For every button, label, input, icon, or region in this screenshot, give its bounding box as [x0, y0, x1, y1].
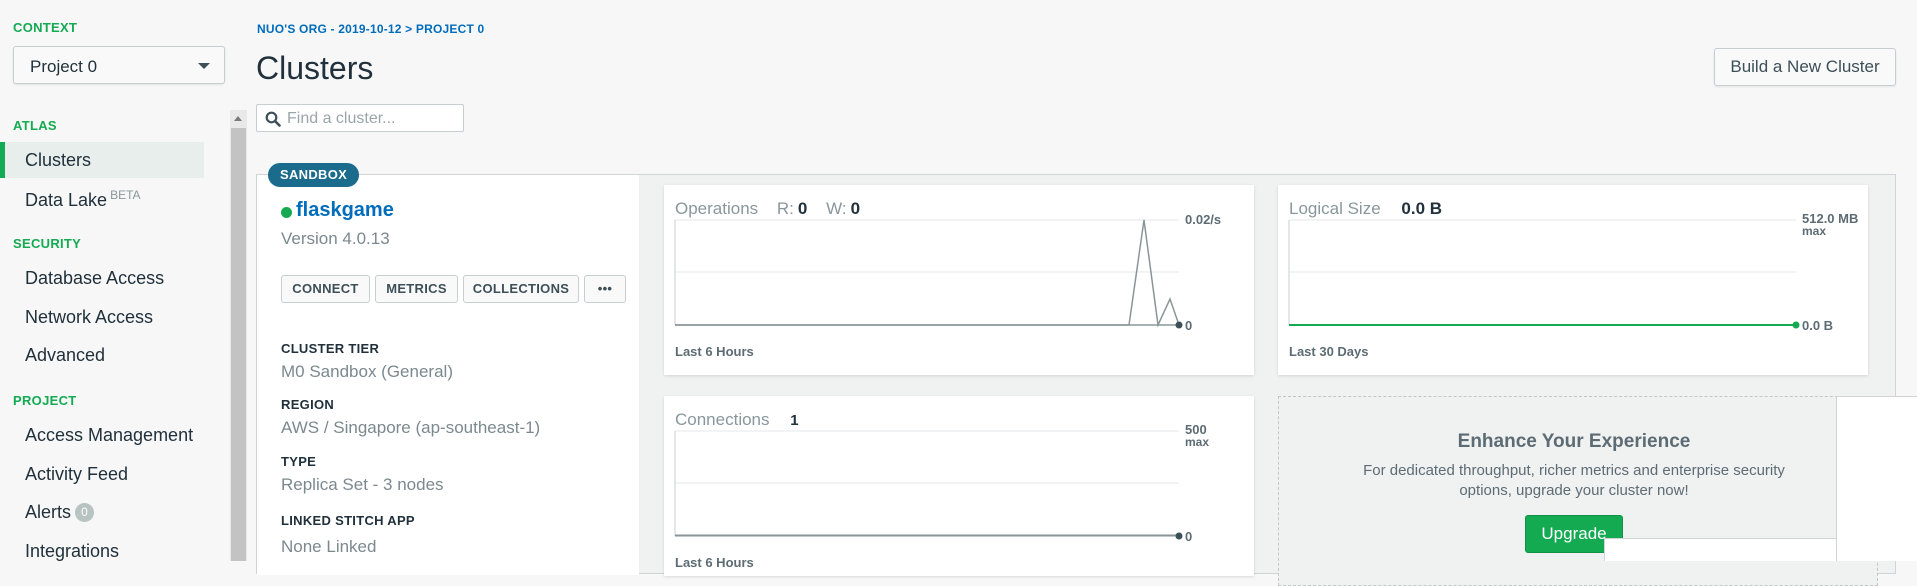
max-caption: max — [1185, 435, 1210, 449]
status-dot-icon — [281, 207, 292, 218]
reads-label: R: — [776, 199, 794, 218]
overlay-panel — [1836, 396, 1917, 561]
cluster-version: Version 4.0.13 — [281, 229, 390, 248]
more-options-button[interactable]: ••• — [584, 275, 626, 303]
sidebar-item-label: Integrations — [25, 541, 120, 561]
build-new-cluster-button[interactable]: Build a New Cluster — [1714, 48, 1896, 86]
connections-value: 1 — [790, 412, 799, 429]
beta-tag: BETA — [110, 188, 141, 202]
type-label: TYPE — [281, 454, 317, 469]
sidebar-item-data-lake[interactable]: Data Lake BETA — [0, 180, 204, 216]
writes-value: 0 — [850, 199, 861, 218]
sidebar-scrollbar[interactable] — [230, 110, 247, 561]
operations-chart-panel[interactable]: Operations R: 0 W: 0 0.02/s 0 Last 6 Hours — [664, 185, 1254, 375]
sidebar-item-label: Data Lake — [25, 190, 108, 210]
type-value: Replica Set - 3 nodes — [281, 475, 444, 494]
search-icon — [265, 111, 281, 127]
chart-footer: Last 6 Hours — [675, 344, 754, 359]
y-zero-label: 0 — [1185, 529, 1193, 544]
sidebar: CONTEXT Project 0 ATLAS Clusters Data La… — [0, 0, 230, 561]
cluster-tier-value: M0 Sandbox (General) — [281, 362, 453, 381]
logical-size-value: 0.0 B — [1401, 199, 1443, 218]
sidebar-item-label: Alerts — [25, 502, 72, 522]
caret-down-icon — [198, 63, 210, 69]
connect-button[interactable]: CONNECT — [281, 275, 370, 303]
linked-stitch-app-label: LINKED STITCH APP — [281, 513, 415, 528]
region-value: AWS / Singapore (ap-southeast-1) — [281, 418, 541, 437]
enhance-text: For dedicated throughput, richer metrics… — [1363, 462, 1785, 499]
chart-footer: Last 30 Days — [1289, 344, 1369, 359]
sidebar-item-database-access[interactable]: Database Access — [0, 260, 204, 296]
chart-footer: Last 6 Hours — [675, 555, 754, 570]
project-section-label: PROJECT — [13, 393, 77, 408]
sidebar-item-alerts[interactable]: Alerts 0 — [0, 494, 204, 530]
sidebar-item-clusters[interactable]: Clusters — [0, 142, 204, 178]
sidebar-item-label: Clusters — [25, 150, 92, 170]
scrollbar-thumb[interactable] — [231, 128, 246, 561]
end-point-marker — [1175, 532, 1183, 540]
sidebar-item-access-management[interactable]: Access Management — [0, 417, 204, 453]
sidebar-item-network-access[interactable]: Network Access — [0, 299, 204, 335]
breadcrumb[interactable]: NUO'S ORG - 2019-10-12 > PROJECT 0 — [257, 22, 484, 36]
sidebar-item-label: Advanced — [25, 345, 106, 365]
sidebar-item-label: Activity Feed — [25, 464, 129, 484]
cluster-tier-label: CLUSTER TIER — [281, 341, 380, 356]
end-point-marker — [1175, 321, 1183, 329]
enhance-title: Enhance Your Experience — [1457, 431, 1691, 452]
connections-title: Connections 1 — [675, 410, 799, 430]
scroll-up-arrow-icon[interactable] — [234, 116, 242, 121]
chart-title: Operations — [675, 199, 759, 218]
sidebar-item-label: Access Management — [25, 425, 194, 445]
security-section-label: SECURITY — [13, 236, 82, 251]
metrics-button[interactable]: METRICS — [375, 275, 458, 303]
collections-button[interactable]: COLLECTIONS — [463, 275, 579, 303]
cluster-name-link[interactable]: flaskgame — [296, 199, 394, 222]
logical-size-chart-panel[interactable]: Logical Size 0.0 B 512.0 MB max 0.0 B La… — [1278, 185, 1868, 375]
overlay-panel — [1604, 538, 1836, 561]
chart-title: Logical Size — [1289, 199, 1381, 218]
y-zero-label: 0 — [1185, 318, 1193, 333]
sidebar-item-activity-feed[interactable]: Activity Feed — [0, 456, 204, 492]
region-label: REGION — [281, 397, 335, 412]
sidebar-item-label: Database Access — [25, 268, 165, 288]
context-value: Project 0 — [30, 57, 98, 76]
sidebar-item-integrations[interactable]: Integrations — [0, 533, 204, 569]
end-point-marker — [1792, 321, 1800, 329]
max-caption: max — [1802, 224, 1827, 237]
y-max-label: 512.0 MB max — [1802, 213, 1862, 237]
logical-size-title: Logical Size 0.0 B — [1289, 199, 1442, 219]
context-label: CONTEXT — [13, 20, 78, 35]
alerts-count-badge: 0 — [75, 503, 95, 522]
page-title: Clusters — [256, 50, 374, 86]
chart-title: Connections — [675, 410, 770, 429]
connections-chart-panel[interactable]: Connections 1 500 max 0 Last 6 Hours — [664, 396, 1254, 576]
y-max-label: 500 max — [1185, 423, 1210, 449]
search-input[interactable] — [287, 108, 459, 130]
sandbox-badge: SANDBOX — [268, 163, 360, 187]
atlas-section-label: ATLAS — [13, 118, 57, 133]
operations-title: Operations R: 0 W: 0 — [675, 199, 860, 219]
context-select[interactable]: Project 0 — [13, 46, 225, 84]
linked-stitch-app-value: None Linked — [281, 537, 377, 556]
y-zero-label: 0.0 B — [1802, 318, 1834, 333]
sidebar-item-advanced[interactable]: Advanced — [0, 337, 204, 373]
cluster-summary: flaskgame Version 4.0.13 CONNECT METRICS… — [257, 175, 639, 575]
sidebar-item-label: Network Access — [25, 307, 154, 327]
cluster-search[interactable] — [256, 104, 464, 132]
y-max-label: 0.02/s — [1185, 212, 1222, 227]
writes-label: W: — [826, 199, 847, 218]
reads-value: 0 — [797, 199, 808, 218]
